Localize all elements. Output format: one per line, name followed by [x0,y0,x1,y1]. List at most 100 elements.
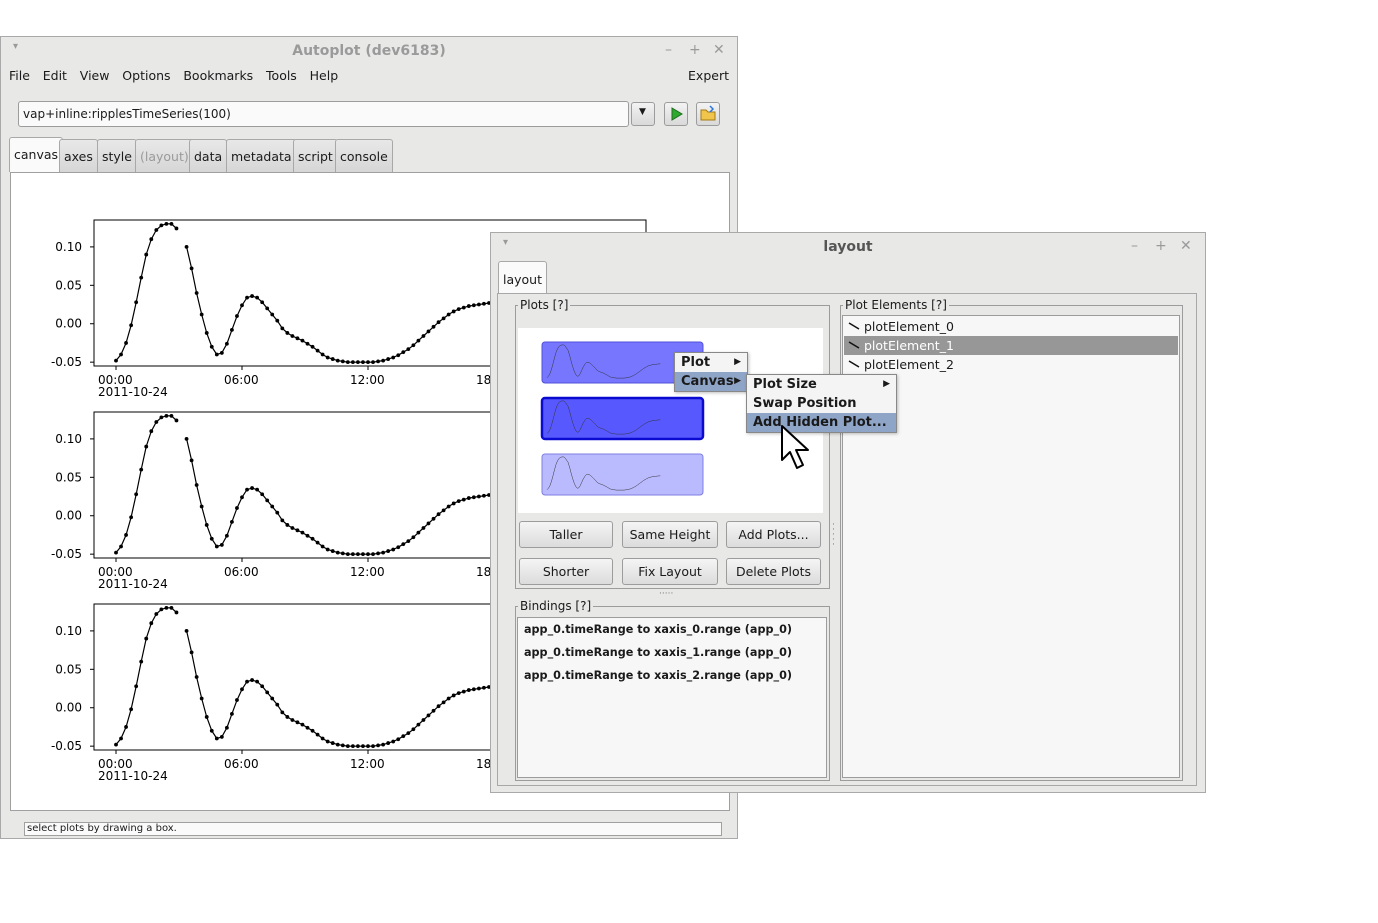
data-point [456,691,461,696]
list-item[interactable]: plotElement_2 [844,355,1178,374]
tab-layout-panel[interactable]: layout [498,261,548,294]
menu-file[interactable]: File [9,68,30,83]
taller-button[interactable]: Taller [519,521,613,548]
menu-bookmarks[interactable]: Bookmarks [183,68,253,83]
maximize-icon[interactable]: + [1155,238,1167,254]
tab-layout[interactable]: (layout) [135,139,194,172]
list-item[interactable]: plotElement_1 [844,336,1178,355]
data-point [330,741,335,745]
data-point [391,739,396,744]
vertical-split-handle[interactable]: · · · · · [832,521,836,550]
menu-help[interactable]: Help [310,68,339,83]
tab-axes[interactable]: axes [59,139,98,172]
tab-console[interactable]: console [335,139,393,172]
close-icon[interactable]: ✕ [1180,238,1192,254]
data-point [300,722,305,727]
data-point [124,341,128,345]
data-point [386,549,391,553]
menubar: File Edit View Options Bookmarks Tools H… [9,68,729,88]
data-point [376,359,380,364]
data-point [401,734,406,739]
data-point [194,483,199,487]
tab-metadata[interactable]: metadata [226,139,297,172]
data-point [421,334,426,338]
tab-canvas[interactable]: canvas [9,137,64,172]
data-point [250,678,254,682]
data-point [416,530,421,535]
menu-edit[interactable]: Edit [43,68,67,83]
data-point [436,512,441,517]
menu-tools[interactable]: Tools [266,68,297,83]
delete-plots-button[interactable]: Delete Plots [726,558,821,585]
data-point [214,736,219,741]
minimize-icon[interactable]: – [665,42,672,58]
data-point [209,344,214,349]
add-plots-button[interactable]: Add Plots... [726,521,821,548]
fix-layout-button[interactable]: Fix Layout [622,558,718,585]
tab-data[interactable]: data [189,139,228,172]
data-point [119,352,123,357]
plot-element-label: plotElement_0 [864,319,954,334]
series-line [115,223,494,363]
plot-element-label: plotElement_1 [864,338,954,353]
data-point [204,523,209,527]
menu-options[interactable]: Options [122,68,170,83]
data-point [144,636,149,641]
data-point [345,552,350,557]
data-point [204,331,209,335]
data-point [280,326,285,331]
data-point [325,547,330,552]
open-file-button[interactable] [696,102,720,126]
shorter-button[interactable]: Shorter [519,558,613,585]
data-point [139,275,144,280]
data-point [391,547,396,552]
data-point [159,607,164,612]
data-point [240,687,244,692]
horizontal-split-handle[interactable]: ····· [659,589,673,599]
bindings-list[interactable]: app_0.timeRange to xaxis_0.range (app_0)… [517,617,827,778]
same-height-button[interactable]: Same Height [622,521,718,548]
y-tick-label: 0.10 [55,432,82,446]
data-point [245,487,249,492]
binding-row[interactable]: app_0.timeRange to xaxis_2.range (app_0) [524,669,792,682]
data-point [114,550,118,555]
url-history-dropdown-button[interactable]: ▼ [631,102,655,126]
tab-script[interactable]: script [293,139,338,172]
data-point [406,347,411,351]
context-menu-item-canvas[interactable]: Canvas ▶ [675,372,747,391]
thumbnail-plot-1 [540,396,705,441]
context-menu-item-plot[interactable]: Plot ▶ [675,353,747,372]
menu-expert[interactable]: Expert [688,68,729,83]
x-tick-label: 12:00 [350,757,385,771]
data-point [345,744,350,749]
x-tick-label: 12:00 [350,565,385,579]
data-point [290,334,295,338]
submenu-item-add-hidden-plot[interactable]: Add Hidden Plot... [747,413,896,432]
line-style-icon [848,360,860,368]
list-item[interactable]: plotElement_0 [844,317,1178,336]
binding-row[interactable]: app_0.timeRange to xaxis_0.range (app_0) [524,623,792,636]
data-point [396,353,401,358]
go-button[interactable] [664,102,688,126]
data-point [199,696,204,701]
binding-row[interactable]: app_0.timeRange to xaxis_1.range (app_0) [524,646,792,659]
data-point [149,621,154,626]
submenu-item-swap-position[interactable]: Swap Position [747,394,896,413]
data-point [230,327,234,332]
data-point [350,552,355,557]
close-icon[interactable]: ✕ [713,42,725,58]
tab-style[interactable]: style [97,139,137,172]
data-point [169,413,174,418]
data-point [250,486,254,490]
maximize-icon[interactable]: + [689,42,701,58]
data-source-url-field[interactable]: vap+inline:ripplesTimeSeries(100) [18,101,629,127]
data-point [154,612,159,616]
submenu-item-plot-size[interactable]: Plot Size ▶ [747,375,896,394]
minimize-icon[interactable]: – [1131,238,1138,254]
menu-view[interactable]: View [80,68,110,83]
data-point [361,744,365,749]
thumbnail-plot-2 [541,453,704,496]
data-point [426,329,431,334]
chevron-right-icon: ▶ [734,357,741,367]
x-tick-label: 12:00 [350,373,385,387]
